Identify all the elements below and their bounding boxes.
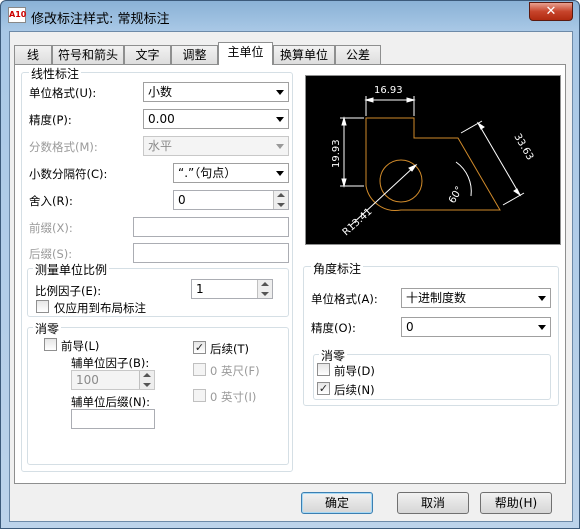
- zero-inches-checkbox[interactable]: [193, 389, 206, 402]
- precision-value: 0.00: [148, 112, 175, 126]
- angular-precision-label: 精度(O):: [311, 321, 356, 335]
- chevron-down-icon: [276, 144, 284, 149]
- sub-unit-factor-label: 辅单位因子(B):: [71, 356, 150, 370]
- suffix-label: 后缀(S):: [29, 247, 73, 261]
- fraction-format-label: 分数格式(M):: [29, 140, 98, 154]
- chevron-down-icon: [276, 171, 284, 176]
- sub-unit-suffix-label: 辅单位后缀(N):: [71, 395, 150, 409]
- close-button[interactable]: ✕: [529, 2, 573, 21]
- unit-format-select[interactable]: 小数: [143, 82, 289, 102]
- tab-lines[interactable]: 线: [14, 45, 52, 65]
- dialog-client: 线 符号和箭头 文字 调整 主单位 换算单位 公差 线性标注 单位格式(U): …: [9, 31, 573, 522]
- angular-trailing-label: 后续(N): [334, 383, 375, 397]
- preview-dim-radius: R13.41: [341, 206, 375, 238]
- preview-dimension-text: 16.93 19.93 33.63 60° R13.41: [331, 85, 535, 238]
- spin-up-icon[interactable]: [258, 280, 272, 289]
- roundoff-stepper[interactable]: 0: [173, 190, 289, 210]
- angular-precision-select[interactable]: 0: [401, 317, 551, 337]
- angular-trailing-checkbox[interactable]: ✓: [317, 382, 330, 395]
- roundoff-value: 0: [178, 193, 186, 207]
- scale-factor-label: 比例因子(E):: [35, 284, 102, 298]
- tab-text[interactable]: 文字: [124, 45, 171, 65]
- help-button[interactable]: 帮助(H): [480, 492, 552, 514]
- trailing-zero-label: 后续(T): [210, 342, 249, 356]
- roundoff-label: 舍入(R):: [29, 194, 73, 208]
- sub-unit-factor-value: 100: [76, 373, 99, 387]
- chevron-down-icon: [276, 117, 284, 122]
- window-title: 修改标注样式: 常规标注: [31, 12, 170, 27]
- preview-dim-right: 33.63: [511, 132, 535, 162]
- trailing-zero-checkbox[interactable]: ✓: [193, 341, 206, 354]
- dimension-preview: 16.93 19.93 33.63 60° R13.41: [305, 75, 561, 245]
- tab-tolerances[interactable]: 公差: [335, 45, 381, 65]
- tab-primary-units[interactable]: 主单位: [218, 42, 273, 65]
- fraction-format-select[interactable]: 水平: [143, 136, 289, 156]
- zero-inches-label: 0 英寸(I): [210, 390, 257, 404]
- precision-select[interactable]: 0.00: [143, 109, 289, 129]
- zero-feet-label: 0 英尺(F): [210, 364, 260, 378]
- angular-group-label: 角度标注: [311, 260, 364, 277]
- prefix-input[interactable]: [133, 217, 289, 237]
- angular-leading-label: 前导(D): [334, 364, 375, 378]
- angular-leading-checkbox[interactable]: [317, 363, 330, 376]
- sub-unit-factor-stepper[interactable]: 100: [71, 370, 155, 390]
- unit-format-value: 小数: [148, 85, 173, 99]
- dialog-window: A10 修改标注样式: 常规标注 ✕ 线 符号和箭头 文字 调整 主单位 换算单…: [0, 0, 580, 529]
- spin-up-icon[interactable]: [140, 371, 154, 380]
- decimal-separator-value: “.”（句点）: [178, 166, 237, 180]
- angular-precision-value: 0: [406, 320, 414, 334]
- layout-only-checkbox[interactable]: [36, 300, 49, 313]
- ok-button[interactable]: 确定: [301, 492, 373, 514]
- spin-down-icon[interactable]: [140, 380, 154, 389]
- angular-unit-format-select[interactable]: 十进制度数: [401, 288, 551, 308]
- spin-up-icon[interactable]: [274, 191, 288, 200]
- preview-drawing: 16.93 19.93 33.63 60° R13.41: [331, 85, 535, 238]
- zero-feet-checkbox[interactable]: [193, 363, 206, 376]
- cancel-button[interactable]: 取消: [397, 492, 469, 514]
- preview-dim-angle: 60°: [447, 185, 465, 206]
- autocad-app-icon: A10: [8, 7, 26, 23]
- tab-fit[interactable]: 调整: [171, 45, 218, 65]
- preview-dim-left: 19.93: [331, 139, 342, 168]
- preview-outline: [365, 117, 501, 211]
- leading-zero-checkbox[interactable]: [44, 338, 57, 351]
- sub-unit-suffix-input[interactable]: [71, 409, 155, 429]
- scale-factor-value: 1: [196, 282, 204, 296]
- spin-down-icon[interactable]: [258, 289, 272, 298]
- suffix-input[interactable]: [133, 243, 289, 263]
- prefix-label: 前缀(X):: [29, 221, 73, 235]
- angular-unit-format-value: 十进制度数: [406, 291, 467, 305]
- spin-down-icon[interactable]: [274, 200, 288, 209]
- preview-geometry: [365, 117, 501, 211]
- decimal-separator-select[interactable]: “.”（句点）: [173, 163, 289, 183]
- decimal-separator-label: 小数分隔符(C):: [29, 167, 108, 181]
- primary-units-panel: 线性标注 单位格式(U): 小数 精度(P): 0.00 分数格式(M): 水平…: [14, 64, 566, 484]
- scale-group-label: 测量单位比例: [33, 261, 110, 278]
- preview-dimension-lines: [340, 96, 525, 227]
- spin-buttons[interactable]: [273, 191, 288, 209]
- linear-group-label: 线性标注: [29, 65, 82, 82]
- chevron-down-icon: [538, 296, 546, 301]
- layout-only-label: 仅应用到布局标注: [54, 301, 146, 315]
- angular-zero-group-label: 消零: [319, 347, 348, 364]
- spin-buttons[interactable]: [139, 371, 154, 389]
- preview-dim-top: 16.93: [374, 85, 403, 96]
- title-bar[interactable]: A10 修改标注样式: 常规标注 ✕: [1, 1, 579, 31]
- angular-unit-format-label: 单位格式(A):: [311, 292, 378, 306]
- leading-zero-label: 前导(L): [61, 339, 100, 353]
- spin-buttons[interactable]: [257, 280, 272, 298]
- tab-alternate-units[interactable]: 换算单位: [273, 45, 335, 65]
- scale-factor-stepper[interactable]: 1: [191, 279, 273, 299]
- unit-format-label: 单位格式(U):: [29, 86, 97, 100]
- tab-symbols-arrows[interactable]: 符号和箭头: [52, 45, 124, 65]
- chevron-down-icon: [538, 325, 546, 330]
- chevron-down-icon: [276, 90, 284, 95]
- fraction-format-value: 水平: [148, 139, 173, 153]
- zero-group-label: 消零: [33, 320, 62, 337]
- precision-label: 精度(P):: [29, 113, 72, 127]
